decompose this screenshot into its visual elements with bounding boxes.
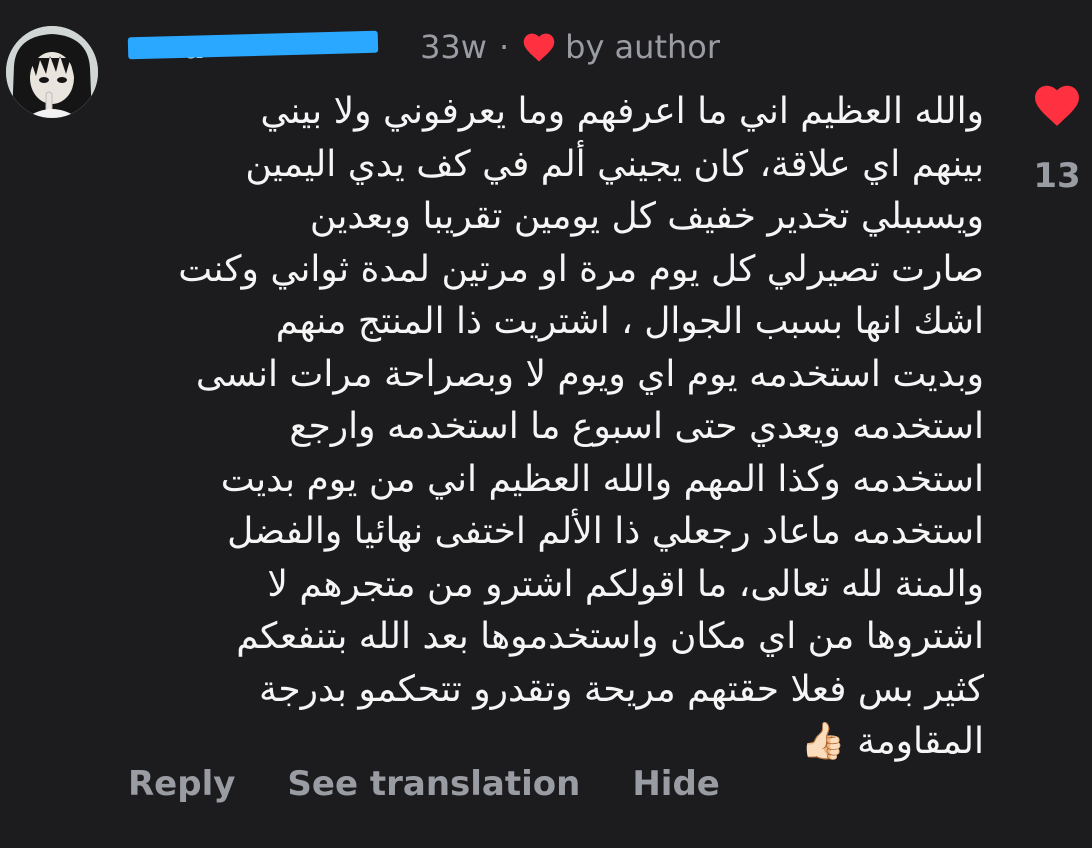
comment-line: والله العظيم اني ما اعرفهم وما يعرفوني و…: [260, 91, 984, 132]
author-badge: by author: [565, 28, 720, 66]
like-count[interactable]: 13: [1033, 156, 1080, 196]
like-heart-icon[interactable]: [1031, 82, 1083, 128]
comment-line: اشك انها بسبب الجوال ، اشتريت ذا المنتج …: [275, 301, 984, 342]
avatar[interactable]: [6, 26, 98, 118]
comment-line: المقاومة 👍🏻: [800, 721, 984, 762]
see-translation-button[interactable]: See translation: [287, 764, 580, 804]
comment-line: صارت تصيرلي كل يوم مرة او مرتين لمدة ثوا…: [178, 248, 984, 290]
comment-line: والمنة لله تعالى، ما اقولكم اشترو من متج…: [267, 563, 984, 605]
reply-button[interactable]: Reply: [128, 764, 235, 804]
comment-body: والله العظيم اني ما اعرفهم وما يعرفوني و…: [124, 86, 984, 769]
comment-line: اشتروها من اي مكان واستخدموها بعد الله ب…: [236, 616, 984, 657]
comment-line: استخدمه ويعدي حتى اسبوع ما استخدمه وارجع: [289, 406, 984, 447]
author-heart-icon: [523, 33, 555, 62]
comment-line: بينهم اي علاقة، كان يجيني ألم في كف يدي …: [245, 143, 984, 185]
comment-line: استخدمه ماعاد رجعلي ذا الألم اختفى نهائي…: [227, 511, 984, 552]
comment-header: oma 33w · by author: [127, 22, 720, 72]
comment-actions: Reply See translation Hide: [128, 764, 772, 804]
username[interactable]: oma: [127, 28, 416, 66]
comment-line: ويسببلي تخدير خفيف كل يومين تقريبا وبعدي…: [309, 196, 984, 237]
comment-line: وبديت استخدمه يوم اي ويوم لا وبصراحة مرا…: [195, 353, 984, 395]
comment-line: استخدمه وكذا المهم والله العظيم اني من ي…: [220, 458, 984, 500]
comment-time: 33w: [420, 28, 487, 66]
like-column: 13: [1028, 82, 1086, 196]
separator-dot: ·: [498, 28, 510, 66]
comment-line: كثير بس فعلا حقتهم مريحة وتقدرو تتحكمو ب…: [259, 668, 984, 710]
avatar-image: [6, 26, 98, 118]
hide-button[interactable]: Hide: [632, 764, 720, 804]
